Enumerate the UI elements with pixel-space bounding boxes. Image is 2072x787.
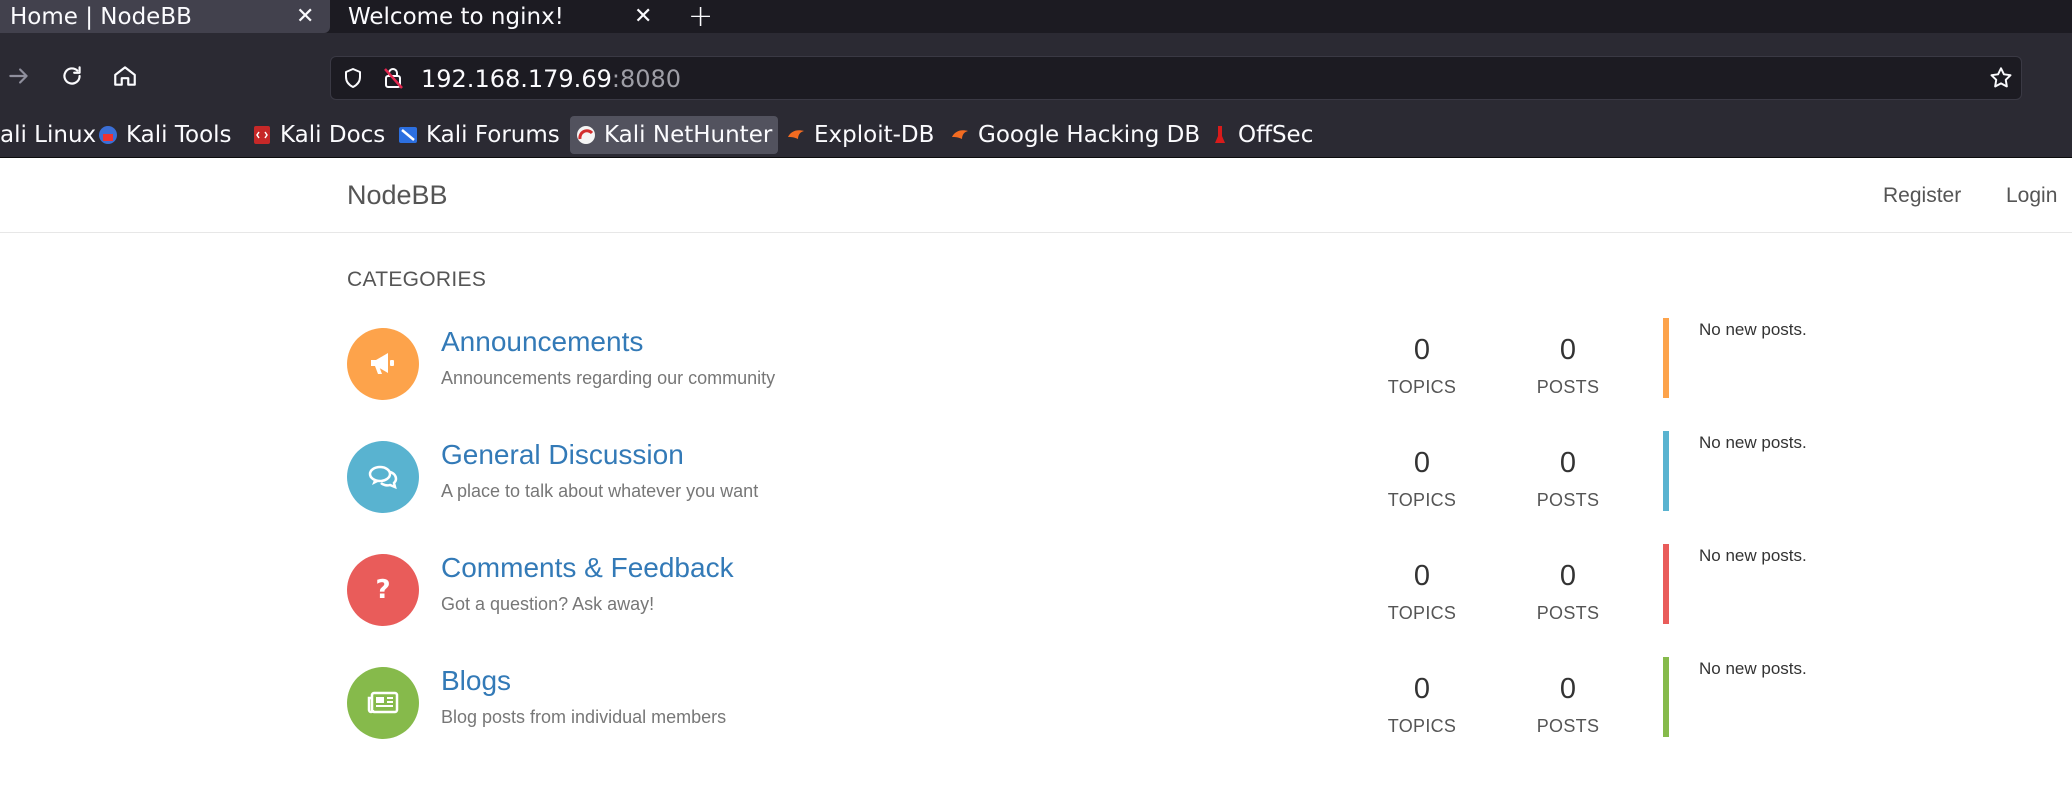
category-description: A place to talk about whatever you want [441,481,759,501]
posts-value: 0 [1559,447,1577,479]
bookmark-kali-docs[interactable]: Kali Docs [246,116,391,154]
posts-count: 0 POSTS [1508,560,1628,624]
bookmark-label: Kali NetHunter [604,122,773,148]
topics-count: 0 TOPICS [1362,334,1482,398]
posts-value: 0 [1559,673,1577,705]
bookmark-kali-tools[interactable]: Kali Tools [92,116,238,154]
category-name[interactable]: General Discussion [441,439,684,471]
home-icon[interactable] [110,61,140,91]
category-name[interactable]: Blogs [441,665,511,697]
tab-bar: Home | NodeBB ✕ Welcome to nginx! ✕ + [0,0,2072,34]
posts-value: 0 [1559,334,1577,366]
teaser-text: No new posts. [1699,320,1807,339]
posts-count: 0 POSTS [1508,673,1628,737]
topics-count: 0 TOPICS [1362,560,1482,624]
insecure-lock-icon[interactable] [379,64,407,92]
category-name[interactable]: Announcements [441,326,643,358]
category-description: Blog posts from individual members [441,707,727,727]
category-description: Got a question? Ask away! [441,594,655,614]
tab-title: Welcome to nginx! [348,3,564,30]
category-description: Announcements regarding our community [441,368,776,388]
bookmark-label: Kali Tools [126,122,232,148]
close-icon[interactable]: ✕ [296,4,314,29]
nethunter-icon [576,125,596,145]
category-color-bar [1663,544,1669,624]
topics-value: 0 [1413,560,1431,592]
bookmark-label: Kali Docs [280,122,386,148]
category-row: Announcements Announcements regarding ou… [0,318,2072,438]
shield-icon[interactable] [339,64,367,92]
topics-label: TOPICS [1387,490,1457,510]
bookmark-kali-nethunter[interactable]: Kali NetHunter [570,116,779,154]
close-icon[interactable]: ✕ [634,4,652,29]
bookmark-kali-forums[interactable]: Kali Forums [392,116,566,154]
comments-icon[interactable] [347,441,419,513]
kali-docs-icon [252,125,272,145]
topics-label: TOPICS [1387,603,1457,623]
bookmark-label: ali Linux [0,122,97,148]
topics-value: 0 [1413,673,1431,705]
topics-count: 0 TOPICS [1362,447,1482,511]
bookmark-google-hacking-db[interactable]: Google Hacking DB [944,116,1206,154]
url-host: 192.168.179.69 [421,65,612,93]
register-link[interactable]: Register [1883,184,1961,208]
topics-value: 0 [1413,334,1431,366]
posts-count: 0 POSTS [1508,447,1628,511]
bookmark-kali-linux[interactable]: ali Linux [0,116,102,154]
category-name[interactable]: Comments & Feedback [441,552,734,584]
category-color-bar [1663,318,1669,398]
bullhorn-icon[interactable] [347,328,419,400]
category-row: Blogs Blog posts from individual members… [0,657,2072,777]
newspaper-icon[interactable] [347,667,419,739]
posts-label: POSTS [1536,377,1600,397]
category-row: General Discussion A place to talk about… [0,431,2072,551]
bookmark-star-icon[interactable] [1987,64,2015,92]
tab-title: Home | NodeBB [10,3,192,30]
tab-welcome-nginx[interactable]: Welcome to nginx! ✕ [330,0,660,33]
posts-count: 0 POSTS [1508,334,1628,398]
bookmark-label: Google Hacking DB [978,122,1201,148]
ghdb-icon [950,125,970,145]
teaser-text: No new posts. [1699,433,1807,452]
bookmark-offsec[interactable]: OffSec [1204,116,1319,154]
url-port: :8080 [611,65,682,93]
topics-label: TOPICS [1387,377,1457,397]
teaser-text: No new posts. [1699,659,1807,678]
category-row: ? Comments & Feedback Got a question? As… [0,544,2072,664]
bookmark-exploit-db[interactable]: Exploit-DB [780,116,940,154]
kali-forums-icon [398,125,418,145]
teaser-text: No new posts. [1699,546,1807,565]
site-header: NodeBB Register Login [0,158,2072,233]
site-brand[interactable]: NodeBB [347,180,448,211]
bookmark-label: Exploit-DB [814,122,935,148]
new-tab-button[interactable]: + [688,0,713,34]
topics-label: TOPICS [1387,716,1457,736]
bookmark-label: OffSec [1238,122,1314,148]
categories-heading: CATEGORIES [347,268,487,291]
forward-icon[interactable] [4,61,34,91]
reload-icon[interactable] [57,61,87,91]
url-bar[interactable]: 192.168.179.69:8080 [330,56,2022,100]
posts-label: POSTS [1536,603,1600,623]
exploit-db-icon [786,125,806,145]
posts-label: POSTS [1536,716,1600,736]
offsec-icon [1210,125,1230,145]
posts-label: POSTS [1536,490,1600,510]
kali-tools-icon [98,125,118,145]
topics-count: 0 TOPICS [1362,673,1482,737]
topics-value: 0 [1413,447,1431,479]
question-icon[interactable]: ? [347,554,419,626]
login-link[interactable]: Login [2006,184,2057,208]
posts-value: 0 [1559,560,1577,592]
bookmark-label: Kali Forums [426,122,560,148]
category-color-bar [1663,431,1669,511]
url-text[interactable]: 192.168.179.69:8080 [421,65,681,93]
bookmarks-toolbar: ali Linux Kali Tools Kali Docs Kali Foru… [0,113,2072,158]
tab-home-nodebb[interactable]: Home | NodeBB ✕ [0,0,330,33]
category-color-bar [1663,657,1669,737]
